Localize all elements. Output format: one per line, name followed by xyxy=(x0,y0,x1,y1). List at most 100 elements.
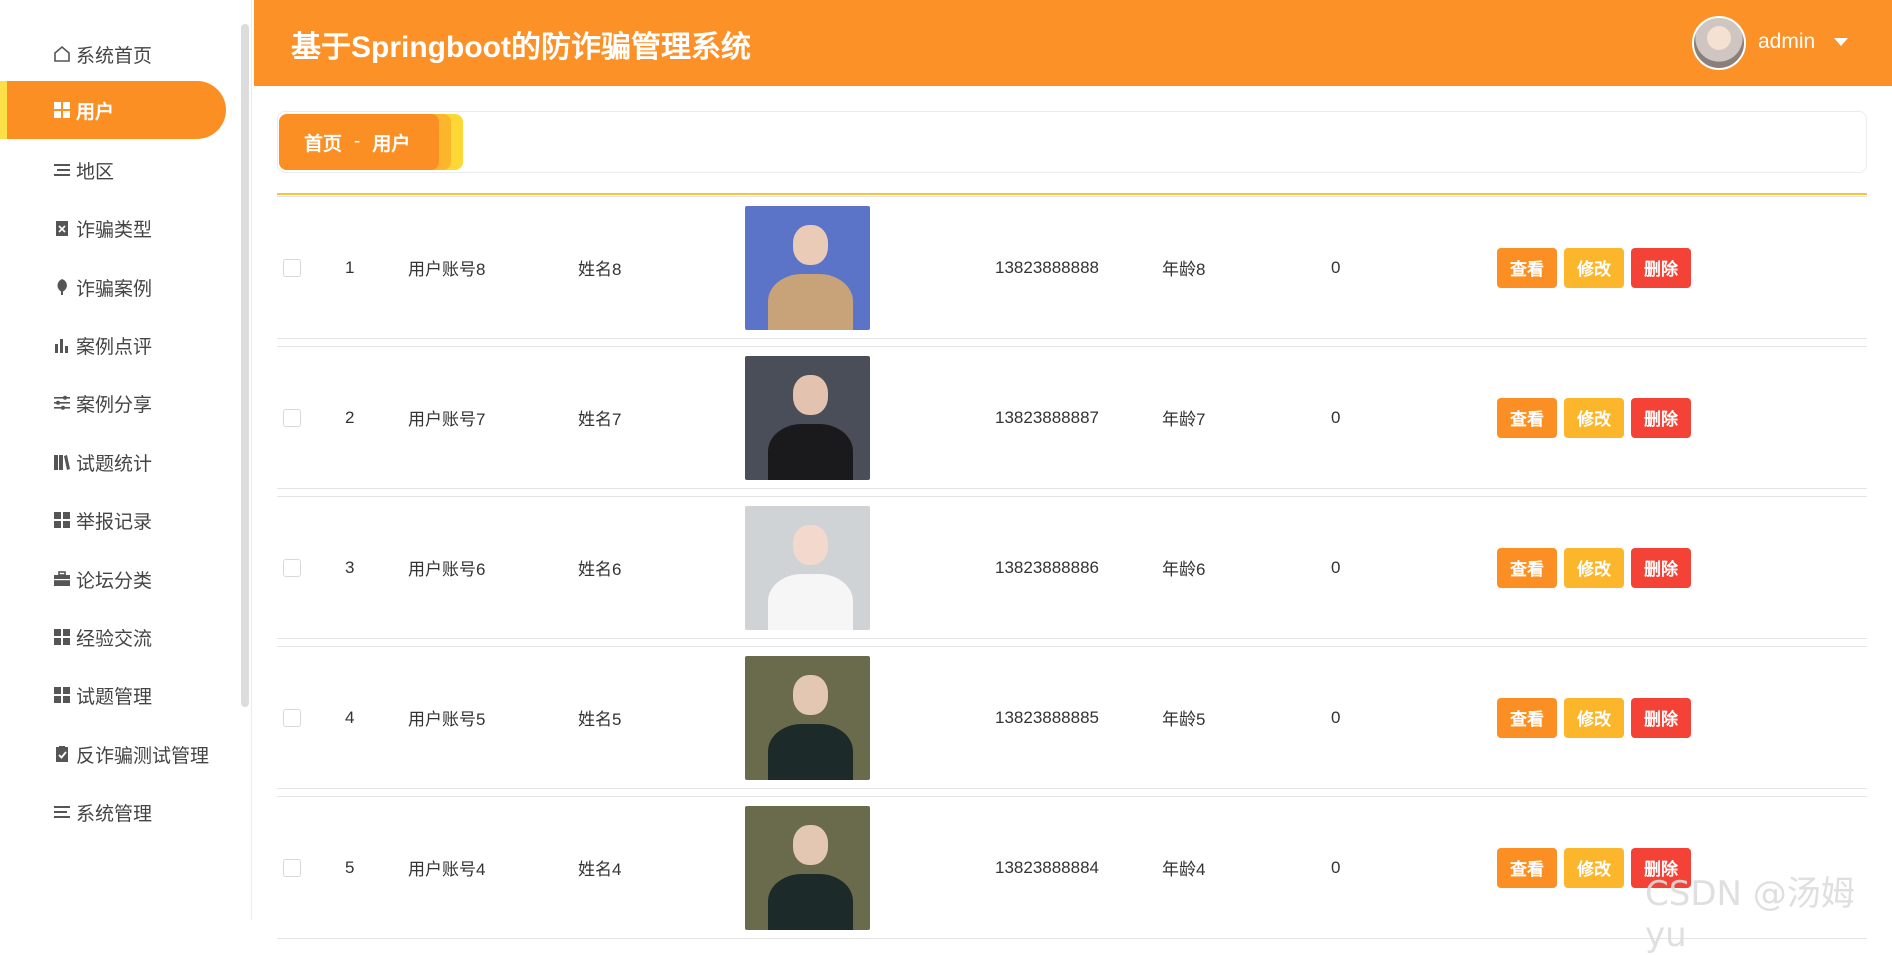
table-row: 3 用户账号6 姓名6 13823888886 年龄6 0 查看 修改 删除 xyxy=(277,496,1867,639)
books-icon xyxy=(52,452,72,472)
sidebar-item-region[interactable]: 地区 xyxy=(0,141,226,199)
row-account: 用户账号4 xyxy=(408,860,486,879)
username[interactable]: admin xyxy=(1758,30,1815,54)
sidebar-item-fraud-case[interactable]: 诈骗案例 xyxy=(0,258,226,316)
sidebar-item-label: 系统首页 xyxy=(76,45,153,67)
edit-button[interactable]: 修改 xyxy=(1564,397,1624,438)
sidebar-item-label: 地区 xyxy=(76,161,115,183)
row-index: 4 xyxy=(345,707,355,727)
row-phone: 13823888884 xyxy=(995,857,1100,877)
row-count: 0 xyxy=(1331,407,1341,427)
edit-button[interactable]: 修改 xyxy=(1564,847,1624,888)
edit-button[interactable]: 修改 xyxy=(1564,247,1624,288)
row-actions: 查看 修改 删除 xyxy=(1497,647,1691,788)
row-checkbox[interactable] xyxy=(283,347,301,488)
app-title: 基于Springboot的防诈骗管理系统 xyxy=(291,31,751,64)
row-account: 用户账号8 xyxy=(408,260,486,279)
row-phone: 13823888886 xyxy=(995,557,1100,577)
sidebar-item-report-records[interactable]: 举报记录 xyxy=(0,491,226,549)
sidebar-item-case-review[interactable]: 案例点评 xyxy=(0,316,226,374)
sidebar-item-quiz-management[interactable]: 试题管理 xyxy=(0,666,226,724)
table-row: 1 用户账号8 姓名8 13823888888 年龄8 0 查看 修改 删除 xyxy=(277,196,1867,339)
table-row: 2 用户账号7 姓名7 13823888887 年龄7 0 查看 修改 删除 xyxy=(277,346,1867,489)
breadcrumb-current: 用户 xyxy=(372,133,411,155)
row-age: 年龄5 xyxy=(1162,710,1206,729)
sidebar-item-case-share[interactable]: 案例分享 xyxy=(0,374,226,432)
row-account: 用户账号6 xyxy=(408,560,486,579)
row-photo xyxy=(745,347,870,488)
sidebar-item-forum-category[interactable]: 论坛分类 xyxy=(0,550,226,608)
row-actions: 查看 修改 删除 xyxy=(1497,497,1691,638)
view-button[interactable]: 查看 xyxy=(1497,547,1557,588)
delete-button[interactable]: 删除 xyxy=(1631,247,1691,288)
user-photo xyxy=(745,805,870,930)
row-name: 姓名7 xyxy=(578,410,622,429)
sidebar-scrollbar[interactable] xyxy=(241,24,249,707)
edit-button[interactable]: 修改 xyxy=(1564,547,1624,588)
sliders-icon xyxy=(52,393,72,413)
sidebar-item-home[interactable]: 系统首页 xyxy=(0,25,226,83)
sidebar-item-label: 反诈骗测试管理 xyxy=(76,745,210,767)
avatar[interactable] xyxy=(1692,16,1746,70)
breadcrumb-separator: - xyxy=(354,131,361,152)
delete-button[interactable]: 删除 xyxy=(1631,547,1691,588)
row-count: 0 xyxy=(1331,707,1341,727)
bar-chart-icon xyxy=(52,335,72,355)
sidebar-item-label: 案例分享 xyxy=(76,394,153,416)
row-index: 2 xyxy=(345,407,355,427)
row-age: 年龄7 xyxy=(1162,410,1206,429)
sidebar-item-label: 系统管理 xyxy=(76,803,153,825)
sidebar-item-anti-fraud-test[interactable]: 反诈骗测试管理 xyxy=(0,725,226,783)
sidebar-item-fraud-type[interactable]: 诈骗类型 xyxy=(0,199,226,257)
user-photo xyxy=(745,655,870,780)
grid-icon xyxy=(52,685,72,705)
view-button[interactable]: 查看 xyxy=(1497,697,1557,738)
sidebar-item-label: 试题统计 xyxy=(76,453,153,475)
row-checkbox[interactable] xyxy=(283,797,301,938)
sidebar-item-label: 诈骗案例 xyxy=(76,278,153,300)
breadcrumb-tag: 首页 - 用户 xyxy=(279,114,439,170)
edit-button[interactable]: 修改 xyxy=(1564,697,1624,738)
delete-button[interactable]: 删除 xyxy=(1631,697,1691,738)
row-name: 姓名5 xyxy=(578,710,622,729)
top-header: 基于Springboot的防诈骗管理系统 admin xyxy=(254,0,1892,86)
table-row: 4 用户账号5 姓名5 13823888885 年龄5 0 查看 修改 删除 xyxy=(277,646,1867,789)
row-index: 3 xyxy=(345,557,355,577)
clipboard-x-icon xyxy=(52,218,72,238)
breadcrumb-home[interactable]: 首页 xyxy=(304,129,342,156)
list-icon xyxy=(52,160,72,180)
delete-button[interactable]: 删除 xyxy=(1631,397,1691,438)
row-photo xyxy=(745,797,870,938)
sidebar-item-system-management[interactable]: 系统管理 xyxy=(0,783,226,841)
row-account: 用户账号5 xyxy=(408,710,486,729)
view-button[interactable]: 查看 xyxy=(1497,397,1557,438)
row-count: 0 xyxy=(1331,857,1341,877)
sidebar-item-label: 经验交流 xyxy=(76,628,153,650)
divider xyxy=(277,193,1867,195)
user-photo xyxy=(745,505,870,630)
view-button[interactable]: 查看 xyxy=(1497,247,1557,288)
row-age: 年龄6 xyxy=(1162,560,1206,579)
row-photo xyxy=(745,647,870,788)
sidebar-item-experience-exchange[interactable]: 经验交流 xyxy=(0,608,226,666)
view-button[interactable]: 查看 xyxy=(1497,847,1557,888)
row-name: 姓名8 xyxy=(578,260,622,279)
row-name: 姓名4 xyxy=(578,860,622,879)
row-phone: 13823888885 xyxy=(995,707,1100,727)
sidebar-item-label: 案例点评 xyxy=(76,336,153,358)
row-checkbox[interactable] xyxy=(283,197,301,338)
row-photo xyxy=(745,197,870,338)
chevron-down-icon[interactable] xyxy=(1834,38,1848,46)
sidebar-item-users[interactable]: 用户 xyxy=(0,81,226,139)
grid-icon xyxy=(52,510,72,530)
row-checkbox[interactable] xyxy=(283,497,301,638)
sidebar-item-label: 论坛分类 xyxy=(76,570,153,592)
row-phone: 13823888887 xyxy=(995,407,1100,427)
sidebar-item-label: 用户 xyxy=(76,101,115,123)
row-checkbox[interactable] xyxy=(283,647,301,788)
sidebar-item-quiz-stats[interactable]: 试题统计 xyxy=(0,433,226,491)
grid-icon xyxy=(52,627,72,647)
user-photo xyxy=(745,205,870,330)
grid-icon xyxy=(52,100,72,120)
row-photo xyxy=(745,497,870,638)
